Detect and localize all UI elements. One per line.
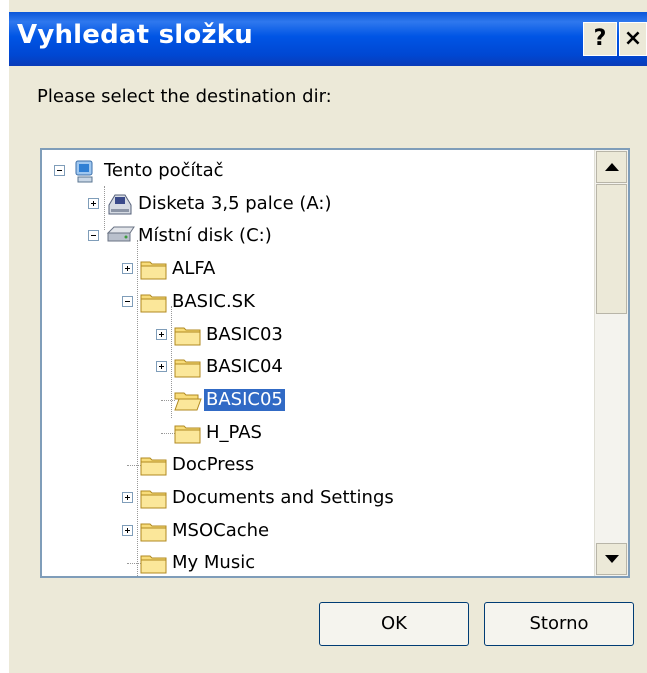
- tree-view[interactable]: Tento počítač Disketa 3,5 palce (A:) Místn…: [42, 150, 594, 576]
- floppy-drive-icon: [106, 193, 134, 221]
- tree-item-label: ALFA: [172, 258, 216, 280]
- expand-icon[interactable]: [88, 197, 99, 209]
- expand-icon[interactable]: [122, 263, 133, 275]
- folder-icon: [174, 422, 202, 448]
- folder-icon: [140, 454, 168, 480]
- expand-icon[interactable]: [156, 361, 167, 373]
- tree-item[interactable]: MSOCache: [42, 516, 594, 548]
- arrow-up-icon: [605, 163, 619, 171]
- tree-item[interactable]: H_PAS: [42, 418, 594, 450]
- tree-item-label: BASIC04: [206, 356, 283, 378]
- tree-connector: [127, 563, 141, 565]
- tree-item-label: Místní disk (C:): [138, 225, 272, 247]
- folder-icon: [140, 258, 168, 284]
- tree-item-label: Disketa 3,5 palce (A:): [138, 192, 332, 214]
- hard-drive-icon: [106, 225, 136, 247]
- folder-icon: [140, 520, 168, 546]
- tree-item[interactable]: BASIC04: [42, 352, 594, 384]
- prompt-label: Please select the destination dir:: [37, 86, 332, 107]
- title-bar[interactable]: Vyhledat složku ? ×: [9, 12, 647, 66]
- tree-item[interactable]: Místní disk (C:): [42, 221, 594, 253]
- tree-item[interactable]: BASIC05: [42, 385, 594, 417]
- ok-button[interactable]: OK: [319, 602, 469, 646]
- tree-item[interactable]: BASIC.SK: [42, 287, 594, 319]
- tree-item-label: BASIC03: [206, 323, 283, 345]
- folder-icon: [140, 552, 168, 576]
- tree-connector: [127, 465, 141, 467]
- background-strip: [0, 0, 9, 673]
- tree-item[interactable]: My Music: [42, 548, 594, 576]
- tree-item[interactable]: Documents and Settings: [42, 483, 594, 515]
- scroll-down-button[interactable]: [596, 543, 627, 575]
- expand-icon[interactable]: [122, 492, 133, 503]
- tree-item-label: BASIC05: [204, 388, 285, 411]
- dialog-title: Vyhledat složku: [17, 20, 253, 50]
- cancel-button[interactable]: Storno: [484, 602, 634, 646]
- tree-item-label: Tento počítač: [104, 160, 224, 181]
- scroll-up-button[interactable]: [596, 151, 627, 183]
- tree-item[interactable]: DocPress: [42, 450, 594, 482]
- collapse-icon[interactable]: [122, 295, 133, 307]
- folder-icon: [174, 324, 202, 350]
- folder-icon: [140, 487, 168, 513]
- tree-item-label: H_PAS: [206, 421, 262, 443]
- tree-item[interactable]: Tento počítač: [42, 156, 594, 188]
- expand-icon[interactable]: [122, 524, 133, 536]
- close-button[interactable]: ×: [619, 22, 647, 56]
- folder-icon: [174, 356, 202, 382]
- arrow-down-icon: [605, 555, 619, 563]
- tree-item-label: MSOCache: [172, 519, 270, 541]
- collapse-icon[interactable]: [54, 165, 65, 176]
- help-button[interactable]: ?: [583, 22, 617, 56]
- tree-item-label: My Music: [172, 552, 256, 574]
- tree-item[interactable]: BASIC03: [42, 320, 594, 352]
- scroll-thumb[interactable]: [596, 184, 627, 314]
- computer-icon: [72, 160, 98, 188]
- collapse-icon[interactable]: [88, 230, 99, 242]
- open-folder-icon: [174, 389, 202, 415]
- vertical-scrollbar[interactable]: [594, 150, 628, 576]
- tree-item-label: Documents and Settings: [172, 487, 394, 508]
- folder-icon: [140, 291, 168, 317]
- tree-item-label: DocPress: [172, 454, 255, 476]
- expand-icon[interactable]: [156, 328, 167, 340]
- tree-item[interactable]: ALFA: [42, 254, 594, 286]
- folder-tree[interactable]: Tento počítač Disketa 3,5 palce (A:) Místn…: [40, 148, 630, 578]
- tree-item-label: BASIC.SK: [172, 290, 255, 312]
- tree-item[interactable]: Disketa 3,5 palce (A:): [42, 189, 594, 221]
- browse-folder-dialog: Vyhledat složku ? × Please select the de…: [9, 0, 647, 673]
- tree-connector: [161, 399, 175, 402]
- tree-connector: [161, 432, 175, 435]
